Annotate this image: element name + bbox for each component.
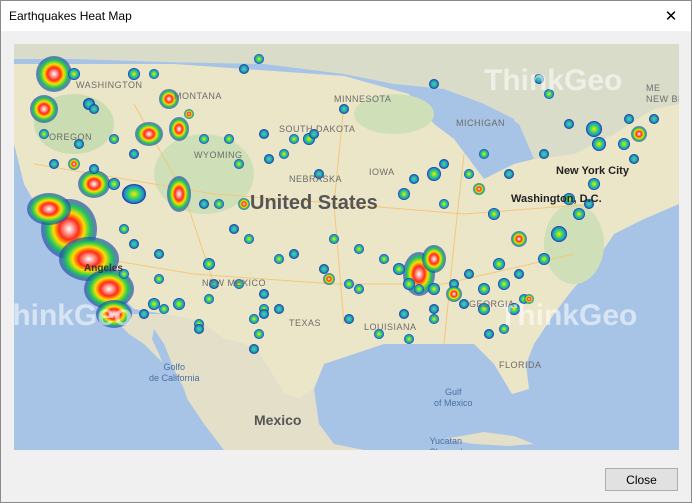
state-label-south-dakota: SOUTH DAKOTA <box>279 124 356 134</box>
city-label-washington-dc: Washington, D.C. <box>511 193 602 205</box>
state-label-texas: TEXAS <box>289 318 322 328</box>
state-label-minnesota: MINNESOTA <box>334 94 392 104</box>
close-icon[interactable]: ✕ <box>651 1 691 31</box>
state-label-washington: WASHINGTON <box>76 80 143 90</box>
state-label-new-mexico: NEW MEXICO <box>202 278 267 288</box>
state-label-nebraska: NEBRASKA <box>289 174 343 184</box>
water-label-gulf-california: Golfo de California <box>149 362 200 383</box>
state-label-maine: ME <box>646 83 661 93</box>
country-label-us: United States <box>250 192 378 214</box>
city-label-los-angeles: Angeles <box>84 263 123 274</box>
state-label-wyoming: WYOMING <box>194 150 243 160</box>
watermark: ThinkGeo <box>499 299 638 332</box>
state-label-florida: FLORIDA <box>499 360 542 370</box>
title-bar: Earthquakes Heat Map ✕ <box>1 1 691 31</box>
state-label-michigan: MICHIGAN <box>456 118 505 128</box>
city-label-new-york: New York City <box>556 165 629 177</box>
state-label-georgia: GEORGIA <box>469 299 515 309</box>
state-label-iowa: IOWA <box>369 167 395 177</box>
earthquakes-window: Earthquakes Heat Map ✕ hinkGeo ThinkGeo … <box>0 0 692 503</box>
state-label-oregon: OREGON <box>49 132 93 142</box>
window-title: Earthquakes Heat Map <box>9 9 132 23</box>
heat-map[interactable]: ThinkGeo ThinkGeo ThinkGeo WASHINGTON MO… <box>14 44 679 450</box>
country-label-mexico: Mexico <box>254 412 302 428</box>
watermark: ThinkGeo <box>484 64 623 97</box>
state-label-louisiana: LOUISIANA <box>364 322 417 332</box>
state-label-montana: MONTANA <box>174 91 222 101</box>
state-label-new-brunswick: NEW BR <box>646 94 679 104</box>
map-canvas <box>14 44 679 450</box>
water-label-yucatan: Yucatan Channel <box>429 436 463 450</box>
close-button[interactable]: Close <box>605 468 678 491</box>
water-label-gulf-mexico: Gulf of Mexico <box>434 387 473 408</box>
watermark: ThinkGeo <box>14 299 133 332</box>
